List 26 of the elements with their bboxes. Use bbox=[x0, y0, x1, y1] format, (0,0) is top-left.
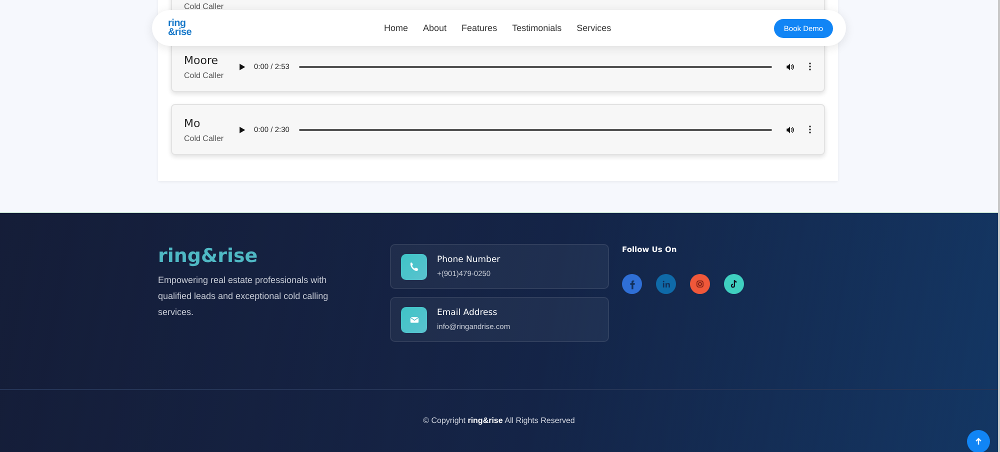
logo[interactable]: ring &rise bbox=[168, 19, 348, 37]
social-link[interactable] bbox=[690, 274, 710, 294]
caller-role: Cold Caller bbox=[184, 2, 225, 11]
contact-title: Email Address bbox=[437, 308, 498, 318]
volume-icon[interactable] bbox=[786, 62, 794, 70]
phone-icon bbox=[408, 260, 420, 273]
copyright-text: © Copyright ring&rise All Rights Reserved bbox=[423, 416, 575, 424]
nav-link[interactable]: About bbox=[423, 23, 447, 33]
caller-role: Cold Caller bbox=[184, 134, 225, 142]
contact-title: Phone Number bbox=[437, 255, 500, 265]
more-icon[interactable] bbox=[808, 125, 812, 134]
play-icon[interactable] bbox=[238, 126, 246, 134]
footer-brand: ring&rise bbox=[158, 245, 259, 267]
caller-role: Cold Caller bbox=[184, 70, 225, 80]
social-link[interactable] bbox=[724, 274, 744, 294]
caller-name: Moore bbox=[184, 54, 219, 66]
play-icon[interactable] bbox=[238, 62, 246, 70]
volume-icon[interactable] bbox=[786, 126, 794, 134]
nav-link[interactable]: Services bbox=[576, 23, 612, 33]
nav-link[interactable]: Home bbox=[384, 23, 408, 33]
more-icon[interactable] bbox=[808, 62, 812, 71]
nav-link[interactable]: Testimonials bbox=[512, 23, 562, 33]
caller-name: Mo bbox=[184, 116, 202, 130]
footer-description: Empowering real estate professionals with qualified leads and exceptional cold calling services. bbox=[158, 274, 330, 319]
arrow-up-icon bbox=[974, 437, 983, 446]
nav-link[interactable]: Features bbox=[462, 23, 498, 33]
